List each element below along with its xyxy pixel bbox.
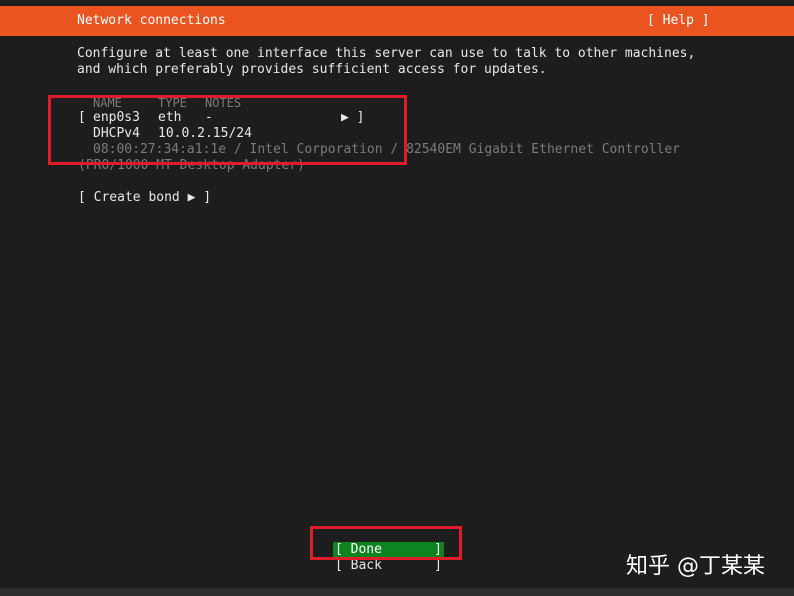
- page-title: Network connections: [77, 13, 226, 28]
- interface-highlight-box: [48, 95, 407, 165]
- done-highlight-box: [310, 526, 462, 560]
- intro-line-1: Configure at least one interface this se…: [77, 46, 696, 61]
- bottom-strip: [0, 588, 794, 596]
- back-button-close: ]: [434, 558, 442, 573]
- header-bar: Network connections [ Help ]: [0, 6, 794, 36]
- back-button-label: [ Back: [335, 558, 382, 573]
- create-bond-button[interactable]: [ Create bond ▶ ]: [78, 190, 211, 206]
- intro-line-2: and which preferably provides sufficient…: [77, 62, 547, 77]
- help-button[interactable]: [ Help ]: [647, 13, 710, 28]
- watermark-text: 知乎 @丁某某: [626, 554, 765, 579]
- back-button[interactable]: [ Back ]: [333, 558, 444, 574]
